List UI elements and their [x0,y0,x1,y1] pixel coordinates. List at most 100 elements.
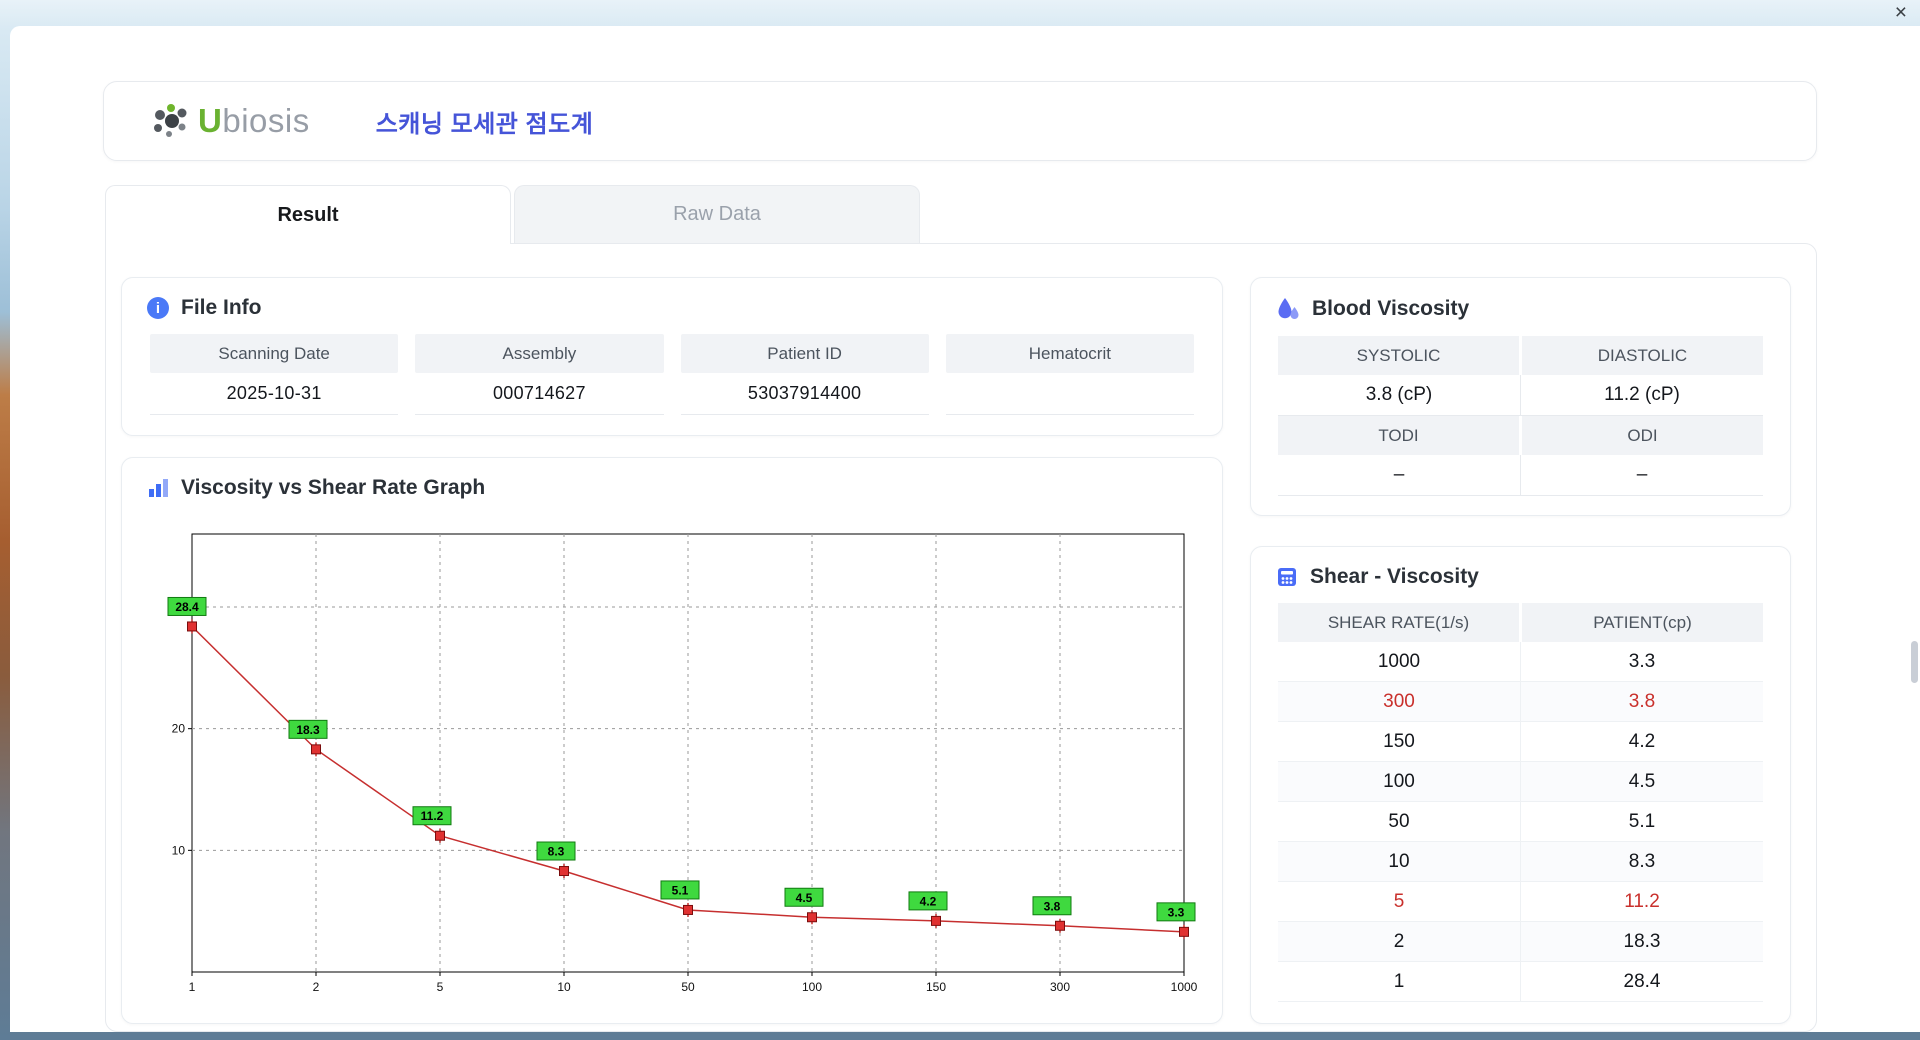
logo-letter-u: U [198,102,223,139]
svg-text:1: 1 [189,980,196,994]
svg-text:3.8: 3.8 [1044,899,1061,913]
shear-table-body: 1000 3.3 300 3.8 150 4.2 100 4.5 50 5.1 10 8.3 5 11.2… [1278,642,1763,1002]
shear-rate-cell: 100 [1383,770,1415,792]
systolic-value: 3.8 (cP) [1278,375,1520,416]
file-info-card: i File Info Scanning Date 2025-10-31 Ass… [121,277,1223,436]
blood-viscosity-table: SYSTOLIC DIASTOLIC 3.8 (cP) 11.2 (cP) TO… [1278,336,1763,496]
shear-rate-cell: 2 [1393,930,1405,952]
patient-viscosity-cell: 8.3 [1520,842,1763,881]
patient-viscosity-cell: 5.1 [1520,802,1763,841]
patient-viscosity-cell: 3.8 [1520,682,1763,721]
bv-value-row-1: 3.8 (cP) 11.2 (cP) [1278,375,1763,416]
field-patient-id: Patient ID 53037914400 [680,334,929,415]
patient-viscosity-cell: 11.2 [1520,882,1763,921]
diastolic-value: 11.2 (cP) [1520,375,1763,416]
field-scanning-date: Scanning Date 2025-10-31 [150,334,399,415]
shear-viscosity-title: Shear - Viscosity [1310,565,1479,588]
svg-text:10: 10 [172,843,186,857]
shear-rate-cell: 1000 [1377,650,1421,672]
vertical-scrollbar-thumb[interactable] [1911,641,1918,683]
shear-rate-cell: 300 [1383,690,1415,712]
field-label: Hematocrit [945,334,1194,373]
ubiosis-logo-text: Ubiosis [198,102,310,140]
svg-text:5.1: 5.1 [672,883,689,897]
field-value [945,373,1194,415]
svg-text:300: 300 [1050,980,1070,994]
header-card: Ubiosis 스캐닝 모세관 점도계 [103,81,1817,161]
main-window: Ubiosis 스캐닝 모세관 점도계 Result Raw Data i Fi… [10,26,1920,1032]
shear-table-row: 10 8.3 [1278,842,1763,882]
patient-viscosity-cell: 4.5 [1520,762,1763,801]
viscosity-graph-card: Viscosity vs Shear Rate Graph 1 2 5 10 50 100… [121,457,1223,1024]
shear-rate-cell: 50 [1388,810,1410,832]
bar-chart-icon [149,479,168,497]
svg-text:100: 100 [802,980,822,994]
tab-bar: Result Raw Data [105,185,920,244]
droplet-icon [1278,298,1299,319]
shear-table-row: 1 28.4 [1278,962,1763,1002]
tab-result[interactable]: Result [105,185,511,244]
shear-viscosity-card: Shear - Viscosity SHEAR RATE(1/s) PATIEN… [1250,546,1791,1024]
diastolic-label: DIASTOLIC [1522,336,1763,375]
shear-table-row: 100 4.5 [1278,762,1763,802]
ubiosis-logo-icon [154,104,187,137]
close-button[interactable]: × [1895,2,1907,24]
shear-table-header: SHEAR RATE(1/s) PATIENT(cp) [1278,603,1763,642]
shear-table-row: 5 11.2 [1278,882,1763,922]
svg-text:18.3: 18.3 [296,723,320,737]
shear-rate-column-header: SHEAR RATE(1/s) [1278,603,1519,642]
content-panel: i File Info Scanning Date 2025-10-31 Ass… [105,243,1817,1032]
patient-viscosity-cell: 28.4 [1520,962,1763,1001]
shear-table-row: 1000 3.3 [1278,642,1763,682]
shear-rate-cell: 150 [1383,730,1415,752]
svg-text:5: 5 [437,980,444,994]
graph-title: Viscosity vs Shear Rate Graph [181,476,486,499]
field-label: Scanning Date [150,334,399,373]
field-label: Patient ID [680,334,929,373]
info-icon: i [147,297,169,319]
svg-text:4.5: 4.5 [796,891,813,905]
blood-viscosity-title: Blood Viscosity [1312,297,1470,320]
shear-viscosity-header: Shear - Viscosity [1251,547,1790,599]
bv-value-row-2: – – [1278,455,1763,496]
bv-header-row-2: TODI ODI [1278,416,1763,455]
patient-viscosity-cell: 4.2 [1520,722,1763,761]
todi-label: TODI [1278,416,1519,455]
ubiosis-logo: Ubiosis [149,101,310,141]
viscosity-chart-svg: 1251050100150300100010203028.418.311.28.… [167,533,1198,994]
field-hematocrit: Hematocrit [945,334,1194,415]
svg-text:28.4: 28.4 [175,600,199,614]
shear-table-row: 150 4.2 [1278,722,1763,762]
tab-raw-data[interactable]: Raw Data [514,185,920,243]
field-value: 000714627 [415,373,664,415]
svg-text:10: 10 [557,980,571,994]
todi-value: – [1278,455,1520,496]
svg-text:4.2: 4.2 [920,894,937,908]
svg-text:i: i [156,300,160,317]
field-value: 2025-10-31 [150,373,399,415]
file-info-header: i File Info [122,278,1222,330]
svg-text:11.2: 11.2 [421,809,444,823]
odi-label: ODI [1522,416,1763,455]
svg-text:150: 150 [926,980,946,994]
patient-viscosity-cell: 3.3 [1520,642,1763,681]
bv-header-row-1: SYSTOLIC DIASTOLIC [1278,336,1763,375]
graph-header: Viscosity vs Shear Rate Graph [122,458,1222,510]
systolic-label: SYSTOLIC [1278,336,1519,375]
field-assembly: Assembly 000714627 [415,334,664,415]
blood-viscosity-header: Blood Viscosity [1251,278,1790,332]
shear-table-row: 50 5.1 [1278,802,1763,842]
patient-viscosity-cell: 18.3 [1520,922,1763,961]
svg-text:2: 2 [313,980,320,994]
shear-table-row: 2 18.3 [1278,922,1763,962]
svg-text:8.3: 8.3 [548,845,565,859]
shear-rate-cell: 10 [1388,850,1410,872]
shear-rate-cell: 5 [1393,890,1405,912]
blood-viscosity-card: Blood Viscosity SYSTOLIC DIASTOLIC 3.8 (… [1250,277,1791,516]
file-info-title: File Info [181,296,262,319]
svg-text:3.3: 3.3 [1168,905,1185,919]
svg-text:1000: 1000 [1171,980,1198,994]
svg-text:50: 50 [681,980,695,994]
shear-rate-cell: 1 [1393,970,1405,992]
logo-word-rest: biosis [222,102,310,139]
